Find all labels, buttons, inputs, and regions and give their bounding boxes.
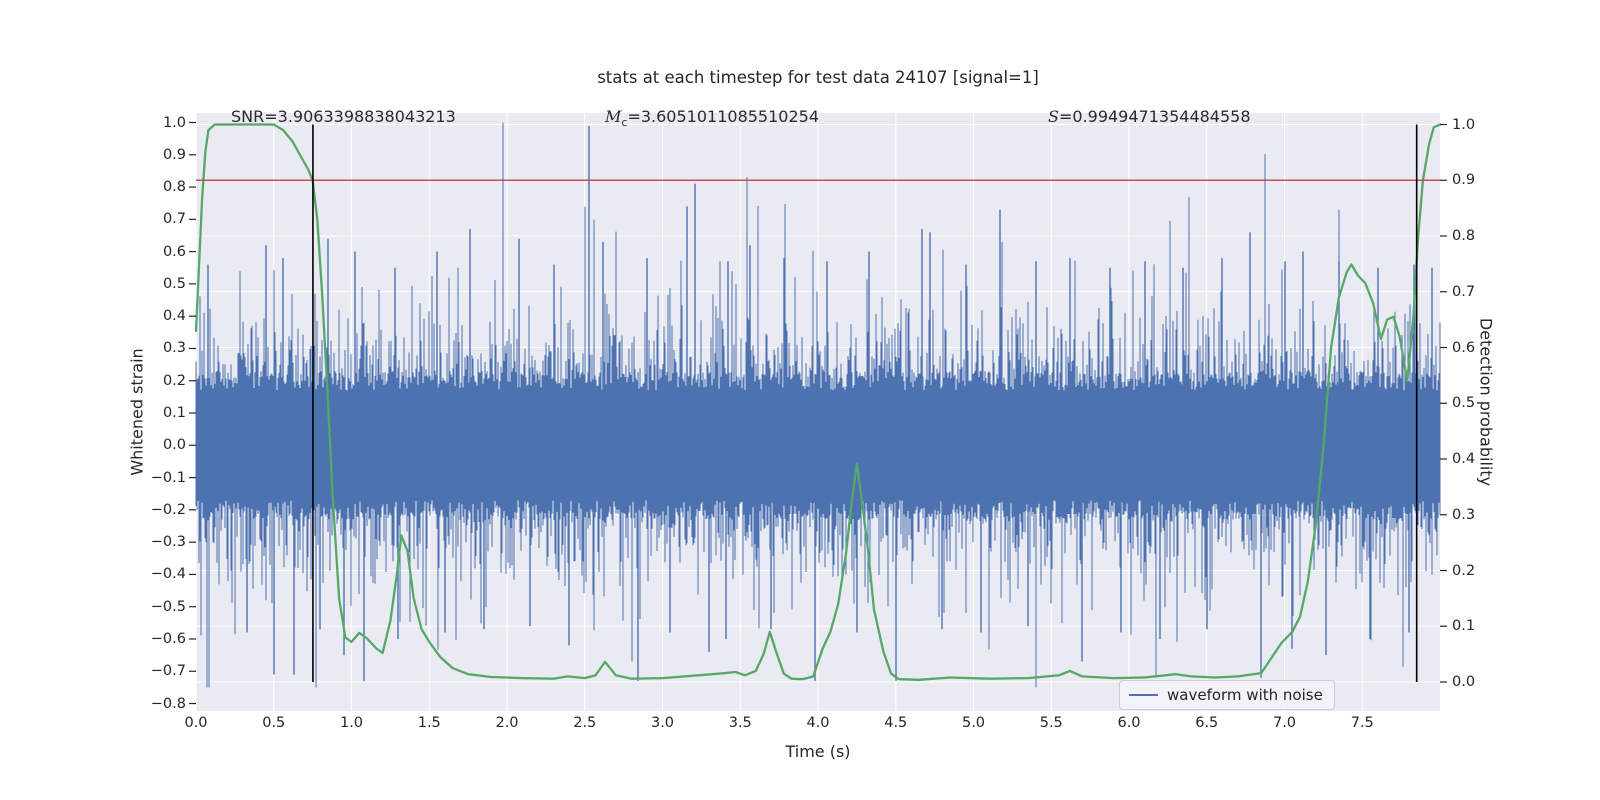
annotation-snr-text: SNR=3.9063398838043213 <box>231 107 456 126</box>
legend: waveform with noise <box>1119 680 1335 710</box>
annotation-mc: Mc=3.6051011085510254 <box>605 107 819 129</box>
y-left-axis-label: Whitened strain <box>127 348 147 476</box>
x-axis-label: Time (s) <box>785 742 851 761</box>
y-right-axis-label: Detection probability <box>1476 317 1496 487</box>
annotation-snr: SNR=3.9063398838043213 <box>231 107 456 126</box>
legend-label: waveform with noise <box>1167 686 1323 704</box>
chart-title: stats at each timestep for test data 241… <box>597 68 1039 87</box>
annotation-s-var: S <box>1048 107 1059 126</box>
annotation-mc-var: M <box>605 107 622 126</box>
legend-line-sample-icon <box>1129 694 1158 696</box>
annotation-s: S=0.9949471354484558 <box>1048 107 1251 126</box>
annotation-mc-value: =3.6051011085510254 <box>627 107 819 126</box>
annotation-s-value: =0.9949471354484558 <box>1058 107 1251 126</box>
figure-canvas: stats at each timestep for test data 241… <box>0 0 1600 800</box>
